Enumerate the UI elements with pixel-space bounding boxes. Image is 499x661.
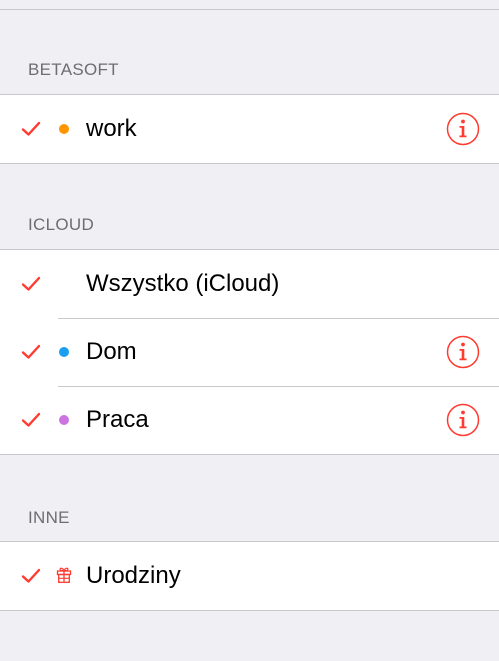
calendar-label: Wszystko (iCloud) (86, 270, 280, 297)
info-icon[interactable] (446, 403, 480, 437)
calendar-color-dot (59, 347, 69, 357)
calendar-row-dom[interactable]: Dom (0, 318, 499, 386)
checkmark-icon (21, 121, 41, 136)
calendar-row-work[interactable]: work (0, 95, 499, 163)
calendar-label: Dom (86, 338, 137, 365)
checkmark-icon (21, 568, 41, 583)
top-separator (0, 9, 499, 10)
calendar-row-wszystko[interactable]: Wszystko (iCloud) (0, 250, 499, 318)
info-icon[interactable] (446, 112, 480, 146)
calendar-group-betasoft: work (0, 94, 499, 164)
calendar-row-praca[interactable]: Praca (0, 386, 499, 454)
calendar-row-urodziny[interactable]: Urodziny (0, 542, 499, 610)
checkmark-icon (21, 344, 41, 359)
checkmark-icon (21, 412, 41, 427)
calendar-label: Urodziny (86, 562, 181, 589)
gift-icon (56, 567, 72, 583)
calendar-group-icloud: Wszystko (iCloud) Dom Praca (0, 249, 499, 455)
calendar-color-dot (59, 415, 69, 425)
checkmark-icon (21, 276, 41, 291)
calendar-color-dot (59, 124, 69, 134)
calendar-group-inne: Urodziny (0, 541, 499, 611)
section-header-icloud: ICLOUD (28, 215, 95, 234)
calendar-label: work (86, 115, 137, 142)
info-icon[interactable] (446, 335, 480, 369)
calendar-label: Praca (86, 406, 149, 433)
section-header-betasoft: BETASOFT (28, 60, 119, 79)
section-header-inne: INNE (28, 508, 70, 527)
